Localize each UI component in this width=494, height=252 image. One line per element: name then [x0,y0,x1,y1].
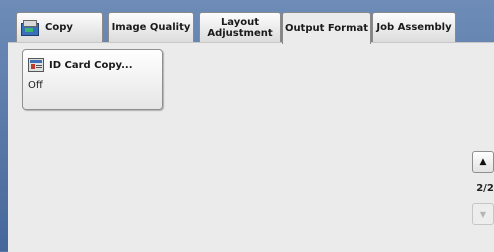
id-card-copy-label: ID Card Copy... [49,59,133,71]
tab-layout-adjustment[interactable]: Layout Adjustment [199,12,281,42]
tab-job-assembly-label: Job Assembly [376,22,452,33]
tab-image-quality-label: Image Quality [111,22,191,33]
up-arrow-icon: ▲ [479,157,487,167]
id-card-copy-value: Off [28,80,43,91]
tab-bar: Copy Image Quality Layout Adjustment Out… [8,12,486,44]
tab-copy-label: Copy [45,22,73,33]
tab-copy[interactable]: Copy [16,12,103,42]
scroll-up-button[interactable]: ▲ [472,151,494,173]
copy-machine-icon [21,20,39,36]
feature-title-row: ID Card Copy... [28,58,133,72]
id-card-icon [28,58,44,72]
page-indicator: 2/2 [476,183,494,194]
scroll-down-button[interactable]: ▼ [472,203,494,225]
tab-image-quality[interactable]: Image Quality [108,12,194,42]
tab-output-format[interactable]: Output Format [282,12,371,44]
output-format-panel: ID Card Copy... Off ▲ 2/2 ▼ [8,42,494,252]
down-arrow-icon: ▼ [479,209,487,219]
id-card-copy-button[interactable]: ID Card Copy... Off [22,49,163,110]
tab-output-format-label: Output Format [284,23,369,34]
tab-layout-adjustment-label: Layout Adjustment [207,16,273,39]
tab-job-assembly[interactable]: Job Assembly [372,12,456,42]
